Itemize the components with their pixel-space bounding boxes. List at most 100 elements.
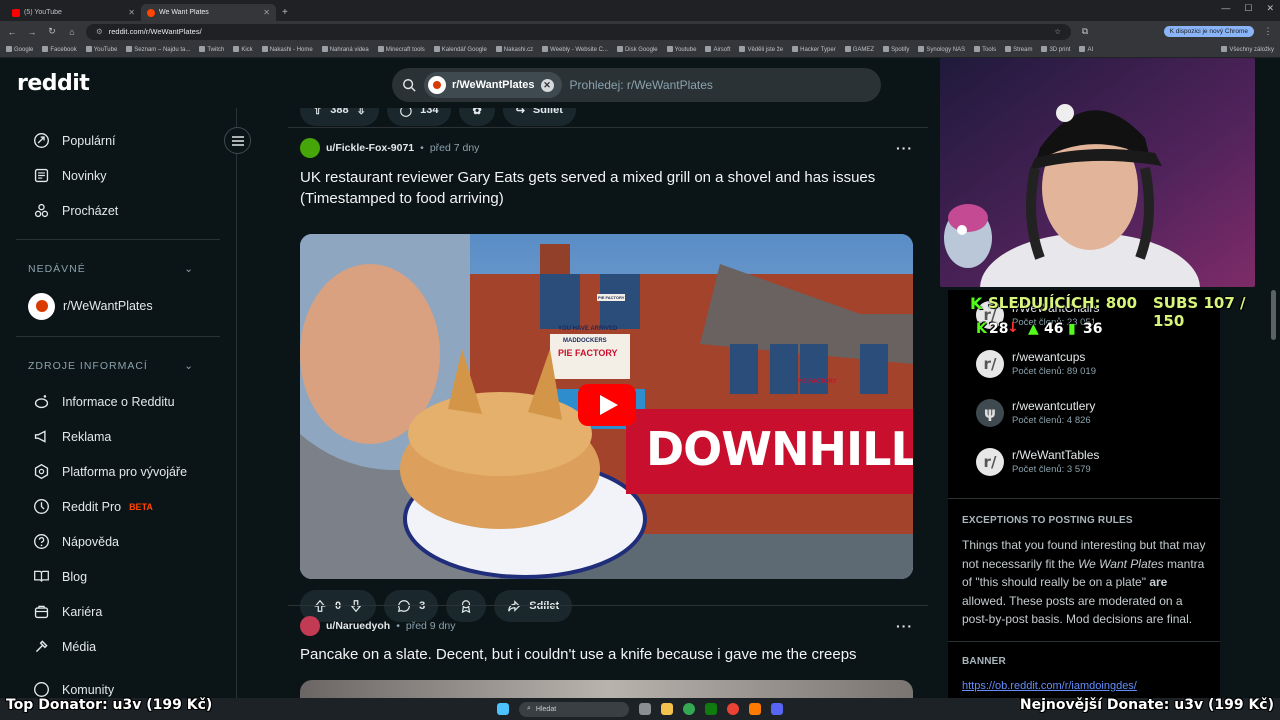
- close-window-icon[interactable]: ✕: [1266, 3, 1274, 14]
- search-input[interactable]: Prohledej: r/WeWantPlates: [570, 78, 713, 92]
- reload-icon[interactable]: ↻: [46, 26, 58, 37]
- nav-blog[interactable]: Blog: [0, 559, 236, 594]
- comment-icon: ◯: [399, 108, 413, 117]
- bookmark[interactable]: Facebook: [42, 46, 77, 53]
- reddit-logo[interactable]: reddit: [17, 71, 90, 96]
- taskbar-search[interactable]: ⌕ Hledat: [519, 701, 629, 717]
- downvote-icon[interactable]: ⇩: [357, 108, 366, 117]
- tab-youtube[interactable]: (5) YouTube ✕: [6, 4, 141, 21]
- xbox-icon[interactable]: [705, 703, 717, 715]
- post-title[interactable]: UK restaurant reviewer Gary Eats gets se…: [300, 167, 913, 209]
- bookmark[interactable]: Airsoft: [705, 46, 730, 53]
- bookmark[interactable]: Nakashi - Home: [261, 46, 313, 53]
- related-community[interactable]: r/ r/WeWantTables Počet členů: 3 579: [948, 437, 1220, 486]
- bookmark[interactable]: Youtube: [666, 46, 696, 53]
- member-count: Počet členů: 89 019: [1012, 366, 1096, 377]
- recent-section-header[interactable]: NEDÁVNÉ ⌄: [0, 251, 236, 287]
- chrome-update-button[interactable]: K dispozici je nový Chrome: [1163, 26, 1254, 37]
- comments-button[interactable]: ◯ 134: [386, 108, 452, 126]
- close-tab-icon[interactable]: ✕: [263, 8, 270, 17]
- site-info-icon[interactable]: ⚙: [96, 27, 103, 36]
- app-icon[interactable]: [749, 703, 761, 715]
- chrome-icon[interactable]: [683, 703, 695, 715]
- recent-item-wewantplates[interactable]: r/WeWantPlates: [0, 287, 236, 325]
- bookmark[interactable]: Google: [6, 46, 33, 53]
- nav-about-reddit[interactable]: Informace o Redditu: [0, 384, 236, 419]
- bookmark[interactable]: Weebly - Website C...: [542, 46, 608, 53]
- bookmark[interactable]: Minecraft tools: [377, 46, 425, 53]
- nav-explore[interactable]: Procházet: [0, 193, 236, 228]
- bookmark[interactable]: Twitch: [199, 46, 224, 53]
- nav-news[interactable]: Novinky: [0, 158, 236, 193]
- bookmark-star-icon[interactable]: ☆: [1054, 27, 1061, 36]
- windows-start-icon[interactable]: [497, 703, 509, 715]
- nav-advertising[interactable]: Reklama: [0, 419, 236, 454]
- upvote-icon[interactable]: ⇧: [313, 108, 322, 117]
- nav-developers[interactable]: Platforma pro vývojáře: [0, 454, 236, 489]
- bookmark[interactable]: Disk Google: [616, 46, 658, 53]
- webcam-overlay: [940, 58, 1255, 287]
- search-bar[interactable]: r/WeWantPlates ✕ Prohledej: r/WeWantPlat…: [392, 68, 881, 102]
- minimize-icon[interactable]: —: [1221, 3, 1230, 14]
- back-icon[interactable]: ←: [6, 27, 18, 37]
- post-title[interactable]: Pancake on a slate. Decent, but i couldn…: [300, 644, 913, 665]
- bookmark[interactable]: Kick: [233, 46, 253, 53]
- nav-media[interactable]: Média: [0, 629, 236, 664]
- new-tab-button[interactable]: +: [276, 4, 294, 21]
- tab-wewantplates[interactable]: We Want Plates ✕: [141, 4, 276, 21]
- discord-icon[interactable]: [771, 703, 783, 715]
- subreddit-icon: r/: [976, 349, 1004, 378]
- bookmark-folder[interactable]: Stream: [1005, 46, 1032, 53]
- post-card[interactable]: u/Fickle-Fox-9071 • před 7 dny ··· UK re…: [238, 128, 940, 622]
- bookmark[interactable]: Věděli jste že: [739, 46, 783, 53]
- bookmark-label: Airsoft: [713, 47, 731, 53]
- user-avatar[interactable]: [300, 616, 320, 636]
- search-scope-chip[interactable]: r/WeWantPlates ✕: [424, 72, 562, 98]
- file-explorer-icon[interactable]: [661, 703, 673, 715]
- all-bookmarks[interactable]: Všechny záložky: [1221, 46, 1274, 53]
- post-options-icon[interactable]: ···: [896, 618, 913, 634]
- bookmark[interactable]: GAMEZ: [844, 46, 874, 53]
- chrome-profile-icon[interactable]: [727, 703, 739, 715]
- forward-icon[interactable]: →: [26, 27, 38, 37]
- bookmark[interactable]: Seznam – Najdu ta...: [126, 46, 190, 53]
- extensions-icon[interactable]: ⧉: [1079, 26, 1091, 37]
- close-tab-icon[interactable]: ✕: [128, 8, 135, 17]
- award-button[interactable]: ✿: [459, 108, 495, 126]
- chrome-menu-icon[interactable]: ⋮: [1262, 26, 1274, 37]
- nav-help[interactable]: Nápověda: [0, 524, 236, 559]
- bookmark[interactable]: YouTube: [85, 46, 117, 53]
- bookmark-folder[interactable]: Tools: [974, 46, 996, 53]
- post-author[interactable]: u/Fickle-Fox-9071: [326, 142, 414, 154]
- related-community[interactable]: r/ r/wewantcups Počet členů: 89 019: [948, 339, 1220, 388]
- banner-link[interactable]: https://ob.reddit.com/r/iamdoingdes/: [948, 677, 1220, 696]
- post-author[interactable]: u/Naruedyoh: [326, 620, 390, 632]
- nav-communities[interactable]: Komunity: [0, 672, 236, 698]
- post-image-thumbnail[interactable]: [300, 680, 913, 698]
- bookmark[interactable]: Nakashi.cz: [495, 46, 533, 53]
- nav-popular[interactable]: Populární: [0, 123, 236, 158]
- home-icon[interactable]: ⌂: [66, 27, 78, 37]
- bookmark[interactable]: Synology NAS: [918, 46, 965, 53]
- share-button[interactable]: ↪ Sdílet: [502, 108, 576, 126]
- post-options-icon[interactable]: ···: [896, 140, 913, 156]
- post-video-thumbnail[interactable]: YOU HAVE ARRIVED MADDOCKERS PIE FACTORY …: [300, 234, 913, 579]
- bookmark[interactable]: Hacker Typer: [792, 46, 836, 53]
- bookmark-folder[interactable]: 3D print: [1041, 46, 1070, 53]
- maximize-icon[interactable]: ☐: [1244, 3, 1252, 14]
- fork-icon: ψ: [976, 398, 1004, 427]
- bookmark[interactable]: Spotify: [883, 46, 909, 53]
- bookmark[interactable]: Nahraná videa: [321, 46, 369, 53]
- post-meta: u/Naruedyoh • před 9 dny ···: [300, 616, 913, 636]
- bookmark-folder[interactable]: AI: [1079, 46, 1093, 53]
- nav-careers[interactable]: Kariéra: [0, 594, 236, 629]
- user-avatar[interactable]: [300, 138, 320, 158]
- resources-section-header[interactable]: ZDROJE INFORMACÍ ⌄: [0, 348, 236, 384]
- bookmark[interactable]: Kalendář Google: [433, 46, 487, 53]
- clear-scope-icon[interactable]: ✕: [540, 78, 554, 92]
- post-card[interactable]: u/Naruedyoh • před 9 dny ··· Pancake on …: [238, 606, 940, 698]
- related-community[interactable]: ψ r/wewantcutlery Počet členů: 4 826: [948, 388, 1220, 437]
- address-bar[interactable]: ⚙ reddit.com/r/WeWantPlates/ ☆: [86, 23, 1071, 40]
- task-view-icon[interactable]: [639, 703, 651, 715]
- nav-reddit-pro[interactable]: Reddit Pro BETA: [0, 489, 236, 524]
